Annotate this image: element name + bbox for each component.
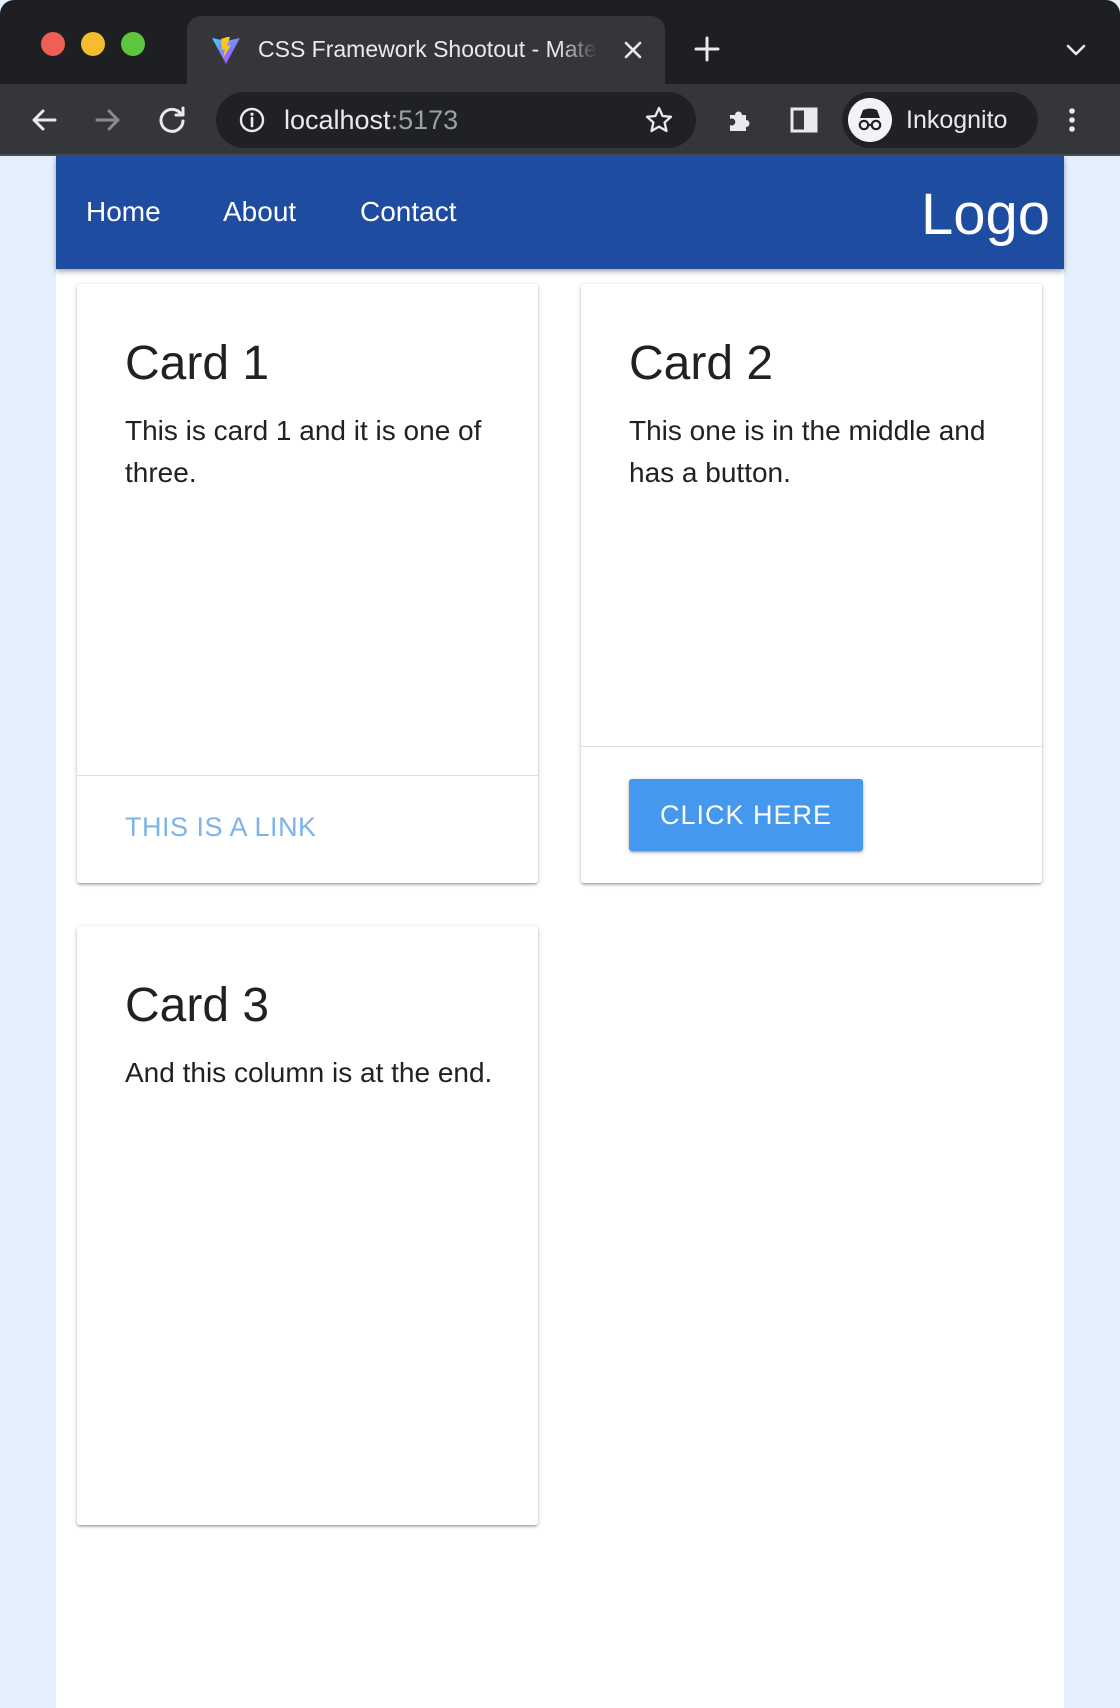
page-container: Home About Contact Logo Card 1 This is c… <box>56 156 1064 1708</box>
nav-link-home[interactable]: Home <box>86 196 161 228</box>
info-icon[interactable] <box>238 106 266 134</box>
vite-favicon <box>212 37 240 64</box>
back-arrow-icon[interactable] <box>28 104 60 136</box>
card-2: Card 2 This one is in the middle and has… <box>581 284 1042 883</box>
click-here-button[interactable]: CLICK HERE <box>629 779 863 851</box>
card-action: THIS IS A LINK <box>77 775 538 883</box>
close-window-button[interactable] <box>41 32 65 56</box>
card-title: Card 2 <box>629 337 774 390</box>
close-icon[interactable] <box>619 36 647 64</box>
browser-toolbar: localhost:5173 Inkognito <box>0 84 1120 156</box>
brand-logo[interactable]: Logo <box>921 181 1050 248</box>
kebab-menu-icon[interactable] <box>1060 104 1084 136</box>
nav-link-about[interactable]: About <box>223 196 296 228</box>
card-title: Card 1 <box>125 337 270 390</box>
chevron-down-icon[interactable] <box>1064 38 1088 62</box>
profile-label: Inkognito <box>906 106 1008 134</box>
forward-arrow-icon[interactable] <box>92 104 124 136</box>
url-port: :5173 <box>390 105 459 135</box>
card-1: Card 1 This is card 1 and it is one of t… <box>77 284 538 883</box>
card-link[interactable]: THIS IS A LINK <box>125 812 317 843</box>
card-text: This one is in the middle and has a butt… <box>629 415 986 488</box>
card-title: Card 3 <box>125 979 270 1032</box>
url-text[interactable]: localhost:5173 <box>284 105 458 136</box>
maximize-window-button[interactable] <box>121 32 145 56</box>
url-host: localhost <box>284 105 391 135</box>
card-text: And this column is at the end. <box>125 1057 493 1088</box>
plus-icon[interactable] <box>692 34 722 64</box>
nav-link-contact[interactable]: Contact <box>360 196 457 228</box>
incognito-icon <box>848 98 892 142</box>
card-text: This is card 1 and it is one of three. <box>125 415 482 488</box>
navbar: Home About Contact Logo <box>56 156 1064 269</box>
star-icon[interactable] <box>644 105 674 135</box>
sidebar-icon[interactable] <box>788 104 820 136</box>
card-action: CLICK HERE <box>581 746 1042 883</box>
puzzle-icon[interactable] <box>724 104 756 136</box>
card-3: Card 3 And this column is at the end. <box>77 926 538 1525</box>
profile-button[interactable]: Inkognito <box>842 92 1038 148</box>
tab-strip: CSS Framework Shootout - Materialize <box>0 0 1120 84</box>
minimize-window-button[interactable] <box>81 32 105 56</box>
browser-window: CSS Framework Shootout - Materialize <box>0 0 1120 1708</box>
tab-title: CSS Framework Shootout - Materialize <box>258 36 598 62</box>
reload-icon[interactable] <box>156 104 188 136</box>
active-tab[interactable]: CSS Framework Shootout - Materialize <box>187 16 665 84</box>
address-bar[interactable]: localhost:5173 <box>216 92 696 148</box>
